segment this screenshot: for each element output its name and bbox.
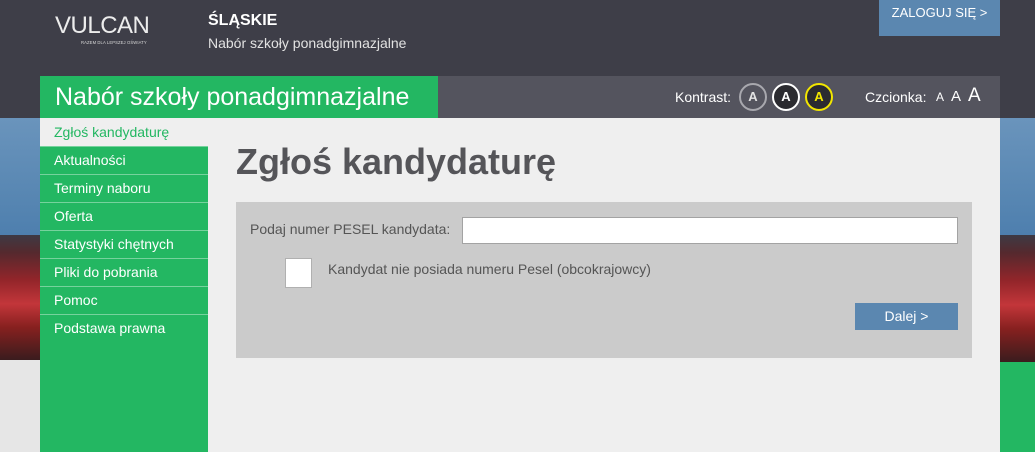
pesel-form: Podaj numer PESEL kandydata: Kandydat ni… bbox=[236, 202, 972, 358]
pesel-input[interactable] bbox=[462, 217, 958, 244]
sidebar-item-pliki[interactable]: Pliki do pobrania bbox=[40, 258, 208, 286]
font-size-options: A A A bbox=[936, 82, 981, 112]
background-photo-right bbox=[1000, 118, 1035, 452]
sidebar-item-oferta[interactable]: Oferta bbox=[40, 202, 208, 230]
page-heading: Zgłoś kandydaturę bbox=[236, 141, 557, 182]
login-button[interactable]: ZALOGUJ SIĘ > bbox=[879, 0, 1000, 36]
no-pesel-checkbox[interactable] bbox=[285, 258, 312, 288]
logo-wordmark: VULCAN bbox=[55, 12, 150, 39]
next-button[interactable]: Dalej > bbox=[855, 303, 958, 330]
contrast-label: Kontrast: bbox=[675, 89, 732, 105]
font-size-large-button[interactable]: A bbox=[968, 82, 981, 110]
region-subtitle: Nabór szkoły ponadgimnazjalne bbox=[208, 35, 407, 51]
region-name: ŚLĄSKIE bbox=[208, 12, 278, 29]
no-pesel-label[interactable]: Kandydat nie posiada numeru Pesel (obcok… bbox=[328, 261, 651, 278]
vulcan-logo[interactable]: VULCAN RAZEM DLA LEPSZEJ OŚWIATY bbox=[55, 14, 155, 48]
contrast-black-white-button[interactable]: A bbox=[772, 83, 800, 111]
sidebar-item-statystyki[interactable]: Statystyki chętnych bbox=[40, 230, 208, 258]
pesel-label: Podaj numer PESEL kandydata: bbox=[250, 221, 451, 237]
contrast-default-button[interactable]: A bbox=[739, 83, 767, 111]
contrast-black-yellow-button[interactable]: A bbox=[805, 83, 833, 111]
main-content: Zgłoś kandydaturę Podaj numer PESEL kand… bbox=[208, 118, 1000, 452]
sidebar-item-zglos-kandydature[interactable]: Zgłoś kandydaturę bbox=[40, 118, 208, 146]
background-sky bbox=[0, 118, 40, 235]
background-sky bbox=[1000, 118, 1035, 235]
background-car-photo bbox=[0, 235, 40, 360]
background-green-footer bbox=[1000, 362, 1035, 452]
sidebar-item-aktualnosci[interactable]: Aktualności bbox=[40, 146, 208, 174]
background-footer bbox=[0, 360, 40, 452]
sidebar-item-pomoc[interactable]: Pomoc bbox=[40, 286, 208, 314]
sidebar-item-podstawa-prawna[interactable]: Podstawa prawna bbox=[40, 314, 208, 342]
background-car-photo bbox=[1000, 235, 1035, 362]
font-size-medium-button[interactable]: A bbox=[951, 83, 961, 111]
background-photo-left bbox=[0, 118, 40, 452]
sidebar-item-terminy-naboru[interactable]: Terminy naboru bbox=[40, 174, 208, 202]
logo-tagline: RAZEM DLA LEPSZEJ OŚWIATY bbox=[81, 40, 147, 45]
font-size-label: Czcionka: bbox=[865, 89, 927, 105]
sidebar-nav: Zgłoś kandydaturę Aktualności Terminy na… bbox=[40, 118, 208, 452]
page-title-bar: Nabór szkoły ponadgimnazjalne bbox=[40, 76, 438, 118]
font-size-small-button[interactable]: A bbox=[936, 83, 944, 111]
